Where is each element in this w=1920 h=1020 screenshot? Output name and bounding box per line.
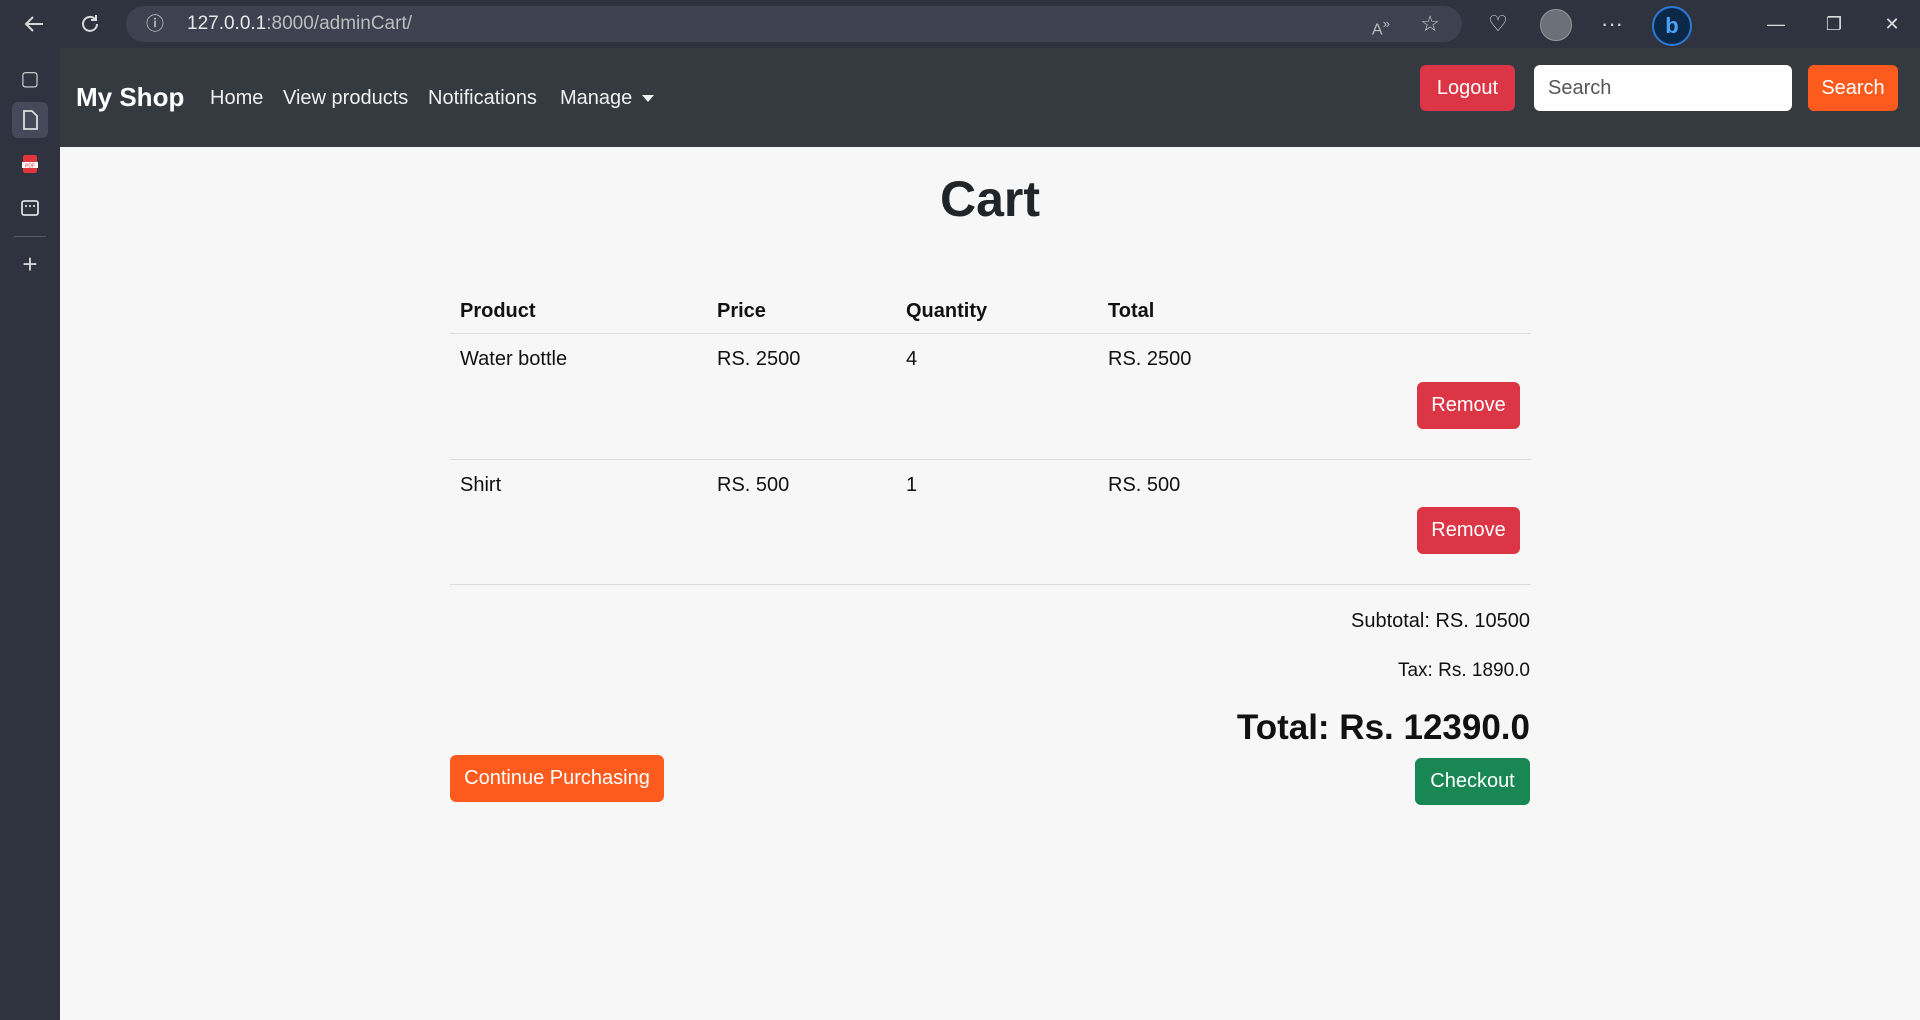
- column-header-product: Product: [460, 300, 536, 322]
- site-info-icon[interactable]: ⓘ: [146, 6, 164, 42]
- page-title: Cart: [939, 171, 1041, 227]
- product-total: RS. 500: [1108, 474, 1181, 496]
- product-quantity: 1: [906, 474, 918, 496]
- search-input[interactable]: [1534, 65, 1792, 111]
- remove-button[interactable]: Remove: [1417, 507, 1520, 554]
- tax-text: Tax: Rs. 1890.0: [1397, 660, 1530, 681]
- browser-essentials-icon[interactable]: ♡: [1484, 10, 1512, 38]
- product-price: RS. 2500: [717, 348, 801, 370]
- checkout-button[interactable]: Checkout: [1415, 758, 1530, 805]
- grand-total-text: Total: Rs. 12390.0: [1236, 708, 1530, 747]
- nav-home[interactable]: Home: [210, 87, 263, 110]
- caret-down-icon: [642, 95, 655, 103]
- address-url: 127.0.0.1:8000/adminCart/: [187, 13, 412, 34]
- continue-purchasing-button[interactable]: Continue Purchasing: [450, 755, 664, 802]
- add-icon[interactable]: +: [12, 246, 48, 282]
- nav-manage-label: Manage: [560, 87, 633, 109]
- minimize-icon[interactable]: —: [1756, 10, 1796, 38]
- product-quantity: 4: [906, 348, 918, 370]
- copilot-icon[interactable]: b: [1652, 6, 1692, 46]
- sidebar-divider: [14, 236, 46, 237]
- table-divider: [450, 333, 1531, 334]
- more-options-icon[interactable]: ···: [1598, 10, 1626, 38]
- browser-titlebar: ⓘ 127.0.0.1:8000/adminCart/ A» ☆ ♡ ··· b…: [0, 0, 1920, 48]
- product-price: RS. 500: [717, 474, 790, 496]
- favorite-star-icon[interactable]: ☆: [1420, 6, 1440, 42]
- back-arrow-icon[interactable]: [20, 10, 48, 38]
- product-name: Water bottle: [460, 348, 568, 370]
- svg-text:PDF: PDF: [25, 163, 35, 169]
- table-divider: [450, 459, 1531, 460]
- nav-view-products[interactable]: View products: [283, 87, 408, 110]
- address-bar[interactable]: ⓘ 127.0.0.1:8000/adminCart/ A» ☆: [126, 6, 1462, 42]
- site-navbar: My Shop Home View products Notifications…: [60, 48, 1920, 147]
- profile-avatar[interactable]: [1540, 9, 1572, 41]
- read-aloud-icon[interactable]: A»: [1372, 6, 1390, 48]
- page-icon[interactable]: [12, 102, 48, 138]
- tab-actions-icon[interactable]: ▢: [12, 60, 48, 96]
- column-header-total: Total: [1108, 300, 1155, 322]
- product-total: RS. 2500: [1108, 348, 1192, 370]
- table-divider: [450, 584, 1531, 585]
- brand-logo[interactable]: My Shop: [76, 82, 184, 113]
- nav-manage-dropdown[interactable]: Manage: [560, 87, 655, 110]
- column-header-price: Price: [717, 300, 766, 322]
- close-icon[interactable]: ✕: [1872, 10, 1912, 38]
- nav-notifications[interactable]: Notifications: [428, 87, 537, 110]
- remove-button[interactable]: Remove: [1417, 382, 1520, 429]
- restore-icon[interactable]: ❐: [1814, 10, 1854, 38]
- product-name: Shirt: [460, 474, 502, 496]
- refresh-icon[interactable]: [76, 10, 104, 38]
- column-header-quantity: Quantity: [906, 300, 988, 322]
- subtotal-text: Subtotal: RS. 10500: [1350, 610, 1530, 632]
- logout-button[interactable]: Logout: [1420, 65, 1515, 111]
- search-button[interactable]: Search: [1808, 65, 1898, 111]
